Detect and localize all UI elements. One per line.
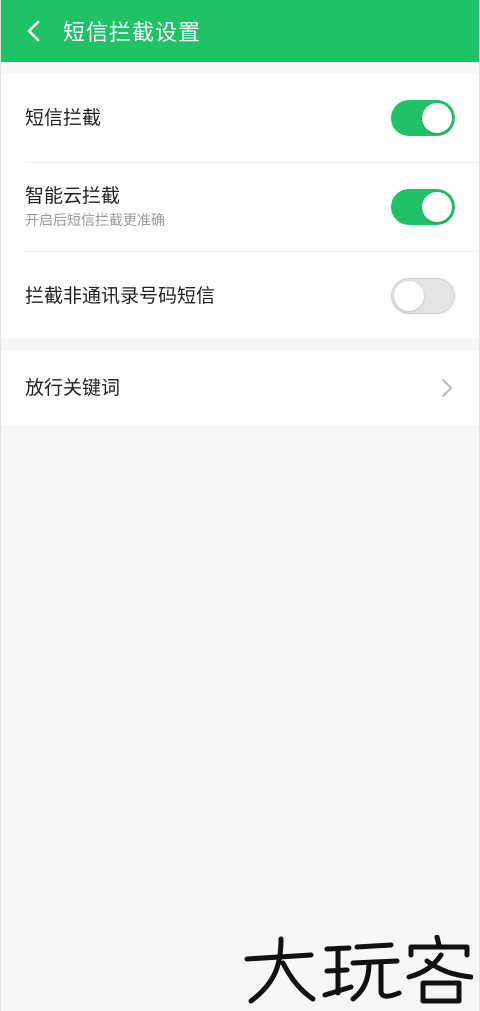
allow-keywords-row[interactable]: 放行关键词 — [1, 351, 479, 425]
setting-title: 拦截非通讯录号码短信 — [25, 284, 216, 307]
setting-row-smart-cloud-block[interactable]: 智能云拦截 开启后短信拦截更准确 — [1, 163, 479, 251]
setting-row-sms-block[interactable]: 短信拦截 — [1, 74, 479, 162]
toggle-settings-card: 短信拦截 智能云拦截 开启后短信拦截更准确 拦截非通讯录号码短信 — [1, 74, 479, 339]
sms-block-toggle[interactable] — [391, 100, 455, 136]
setting-title: 短信拦截 — [25, 107, 102, 129]
back-button[interactable] — [11, 0, 57, 62]
block-unknown-contacts-toggle[interactable] — [391, 277, 455, 314]
page-title: 短信拦截设置 — [63, 21, 202, 46]
chevron-right-icon — [439, 377, 455, 399]
setting-row-block-unknown-contacts[interactable]: 拦截非通讯录号码短信 — [1, 252, 479, 339]
setting-title: 智能云拦截 — [25, 185, 121, 207]
toggle-knob — [394, 280, 424, 311]
toggle-knob — [422, 103, 452, 133]
watermark-logo — [244, 935, 473, 1004]
chevron-left-icon — [27, 20, 40, 42]
allow-keywords-card: 放行关键词 — [1, 351, 479, 425]
allow-keywords-label: 放行关键词 — [25, 377, 121, 399]
smart-cloud-block-toggle[interactable] — [391, 189, 455, 225]
app-bar: 短信拦截设置 — [1, 0, 479, 62]
toggle-knob — [422, 192, 452, 222]
setting-subtitle: 开启后短信拦截更准确 — [25, 213, 165, 229]
